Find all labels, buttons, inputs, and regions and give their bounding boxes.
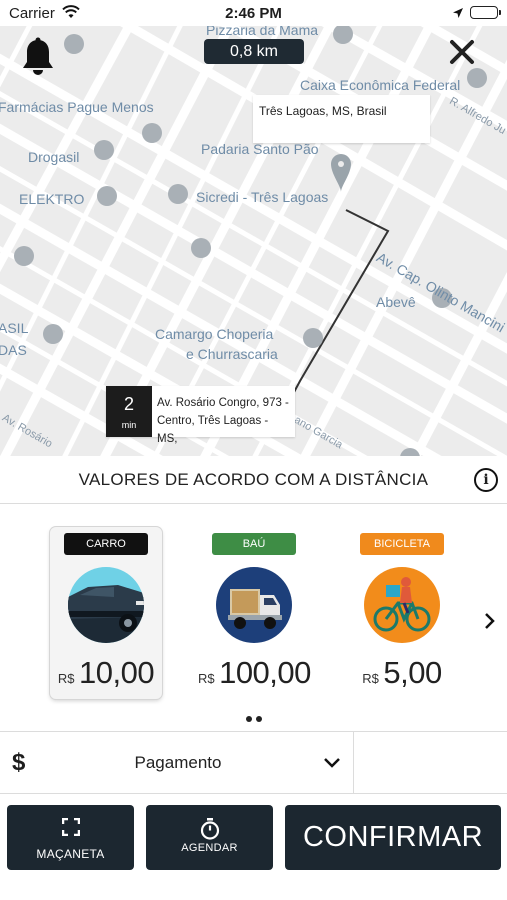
price-amount: 5,00: [383, 655, 442, 690]
place-sicredi: Sicredi - Três Lagoas: [196, 189, 329, 205]
info-icon[interactable]: i: [474, 468, 498, 492]
place-caixa: Caixa Econômica Federal: [300, 77, 461, 93]
place-das: DAS: [0, 342, 27, 358]
agendar-label: AGENDAR: [181, 842, 238, 854]
agendar-button[interactable]: AGENDAR: [146, 805, 273, 870]
payment-divider: [353, 732, 354, 794]
chevron-right-icon[interactable]: [483, 612, 497, 635]
vehicle-option-bau[interactable]: BAÚ R$ 100,00: [198, 527, 311, 699]
battery-icon: [470, 6, 501, 19]
close-icon[interactable]: [448, 38, 476, 71]
place-asil: ASIL: [0, 320, 29, 336]
values-header: VALORES DE ACORDO COM A DISTÂNCIA i: [0, 456, 507, 504]
place-abeve: Abevê: [376, 294, 416, 310]
place-padaria: Padaria Santo Pão: [201, 141, 319, 157]
payment-selector[interactable]: $ Pagamento: [0, 731, 507, 794]
page-dot: [255, 716, 262, 722]
vehicle-tag: BICICLETA: [360, 533, 444, 555]
dollar-icon: $: [12, 749, 26, 776]
values-title: VALORES DE ACORDO COM A DISTÂNCIA: [78, 470, 429, 489]
clock: 2:46 PM: [225, 5, 282, 22]
eta-unit: min: [121, 420, 137, 430]
vehicle-price: R$ 100,00: [198, 655, 311, 691]
page-indicator: [0, 709, 507, 727]
distance-badge: 0,8 km: [204, 39, 304, 64]
status-bar: Carrier 2:46 PM: [0, 0, 507, 26]
macaneta-button[interactable]: MAÇANETA: [7, 805, 134, 870]
vehicle-price: R$ 5,00: [346, 655, 458, 691]
vehicle-price: R$ 10,00: [50, 655, 162, 691]
place-elektro: ELEKTRO: [19, 191, 85, 207]
eta-value: 2: [123, 394, 134, 414]
destination-label: Três Lagoas, MS, Brasil: [253, 95, 430, 143]
vehicle-tag: CARRO: [64, 533, 148, 555]
origin-label: 2 min Av. Rosário Congro, 973 - Centro, …: [106, 386, 295, 445]
expand-icon: [61, 817, 80, 841]
truck-icon: [216, 567, 292, 643]
price-currency: R$: [198, 671, 215, 686]
vehicle-carousel[interactable]: CARRO R$ 10,00 BAÚ R$ 100,00 BICICLETA R…: [0, 505, 507, 730]
place-camargo: Camargo Choperia: [155, 326, 274, 342]
price-amount: 10,00: [79, 655, 155, 690]
vehicle-option-carro[interactable]: CARRO R$ 10,00: [50, 527, 162, 699]
payment-label: Pagamento: [134, 753, 222, 772]
price-currency: R$: [362, 671, 379, 686]
page-dot: [245, 716, 252, 722]
bell-icon[interactable]: [20, 37, 56, 82]
place-churrascaria: e Churrascaria: [186, 346, 278, 362]
confirm-label: CONFIRMAR: [302, 821, 484, 853]
vehicle-option-bicicleta[interactable]: BICICLETA R$ 5,00: [346, 527, 458, 699]
map-view[interactable]: Pizzaria da Mama Caixa Econômica Federal…: [0, 26, 507, 456]
place-drogasil: Drogasil: [28, 149, 80, 165]
vehicle-tag: BAÚ: [212, 533, 296, 555]
location-arrow-icon: [452, 6, 464, 24]
macaneta-label: MAÇANETA: [36, 847, 105, 861]
origin-address: Av. Rosário Congro, 973 - Centro, Três L…: [157, 397, 289, 445]
bicycle-icon: [364, 567, 440, 643]
price-currency: R$: [57, 671, 75, 686]
place-farmacias: Farmácias Pague Menos: [0, 99, 154, 115]
price-amount: 100,00: [219, 655, 311, 690]
car-icon: [68, 567, 144, 643]
eta-badge: 2 min: [106, 386, 152, 437]
confirm-button[interactable]: CONFIRMAR: [285, 805, 501, 870]
timer-icon: [200, 818, 220, 845]
chevron-down-icon[interactable]: [323, 756, 341, 774]
place-pizzaria: Pizzaria da Mama: [206, 26, 319, 38]
